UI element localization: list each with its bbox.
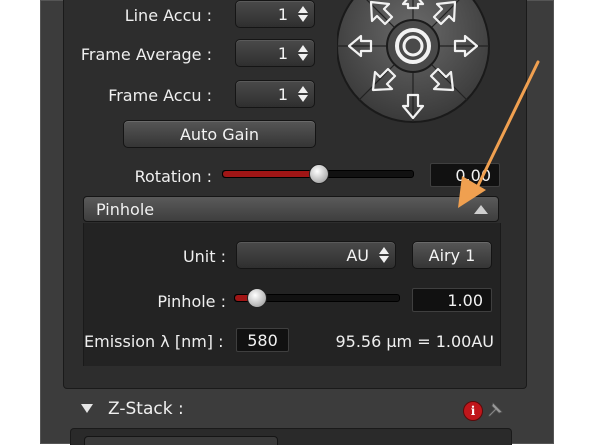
triangle-down-icon[interactable]: [81, 404, 93, 413]
unit-label: Unit :: [182, 247, 226, 266]
pinhole-section-header[interactable]: Pinhole: [83, 196, 499, 222]
auto-gain-button[interactable]: Auto Gain: [123, 120, 316, 148]
frame-average-label: Frame Average :: [80, 45, 212, 64]
frame-accu-value: 1: [277, 84, 288, 104]
pinhole-label: Pinhole :: [157, 292, 226, 311]
frame-average-value: 1: [277, 43, 288, 63]
pin-icon[interactable]: [486, 400, 506, 420]
dropdown-arrows-icon[interactable]: [379, 246, 389, 264]
emission-wavelength-field[interactable]: 580: [236, 328, 289, 352]
annotation-arrow-icon: [458, 60, 540, 208]
pinhole-value-field[interactable]: 1.00: [412, 288, 492, 312]
pinhole-diameter-readout: 95.56 µm = 1.00AU: [335, 332, 494, 351]
spin-arrows-icon[interactable]: [298, 5, 308, 23]
line-accu-spinbox[interactable]: 1: [235, 0, 315, 28]
frame-accu-spinbox[interactable]: 1: [235, 80, 315, 108]
info-icon[interactable]: i: [463, 401, 483, 421]
pinhole-section-title: Pinhole: [96, 200, 155, 219]
unit-dropdown[interactable]: AU: [236, 241, 396, 269]
spin-arrows-icon[interactable]: [298, 85, 308, 103]
spin-arrows-icon[interactable]: [298, 44, 308, 62]
frame-average-spinbox[interactable]: 1: [235, 39, 315, 67]
pinhole-slider[interactable]: [234, 288, 400, 308]
line-accu-label: Line Accu :: [124, 6, 212, 25]
line-accu-value: 1: [277, 4, 288, 24]
airy-1-button[interactable]: Airy 1: [412, 241, 492, 269]
rotation-slider[interactable]: [222, 164, 414, 184]
emission-wavelength-label: Emission λ [nm] :: [84, 332, 224, 351]
zstack-title[interactable]: Z-Stack :: [108, 399, 184, 419]
slider-fill: [223, 171, 319, 177]
slider-knob[interactable]: [309, 164, 329, 184]
slider-knob[interactable]: [247, 288, 267, 308]
rotation-label: Rotation :: [134, 167, 212, 186]
frame-accu-label: Frame Accu :: [108, 86, 212, 105]
unit-value: AU: [346, 245, 369, 265]
